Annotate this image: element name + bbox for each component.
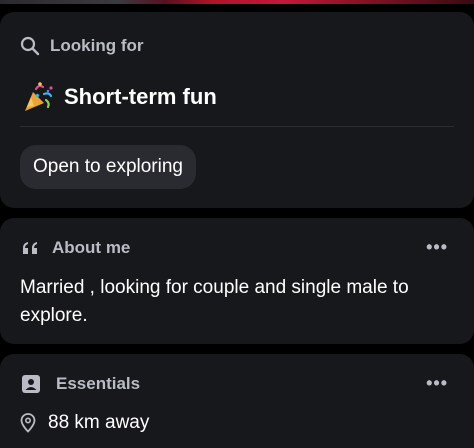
looking-for-heading: Looking for <box>50 36 144 55</box>
about-me-header: About me <box>22 238 130 258</box>
essentials-heading: Essentials <box>56 374 141 393</box>
distance-row: 88 km away <box>20 412 149 434</box>
open-to-exploring-chip[interactable]: Open to exploring <box>20 145 196 189</box>
looking-for-header: Looking for <box>20 36 143 56</box>
about-more-button[interactable]: ••• <box>426 238 448 256</box>
about-me-text: Married , looking for couple and single … <box>20 277 409 326</box>
section-divider <box>20 126 454 127</box>
search-icon <box>20 36 40 56</box>
looking-for-card: Looking for Short-term fun Open to explo… <box>0 12 474 208</box>
party-popper-icon <box>22 80 56 114</box>
essentials-card: Essentials ••• 88 km away <box>0 354 474 448</box>
quote-icon <box>22 241 40 255</box>
profile-page: Looking for Short-term fun Open to explo… <box>0 0 474 448</box>
about-me-heading: About me <box>52 238 131 257</box>
looking-for-title: Short-term fun <box>64 84 217 109</box>
profile-photo-edge[interactable] <box>0 0 474 4</box>
essentials-header: Essentials <box>22 374 140 394</box>
distance-text: 88 km away <box>48 412 150 433</box>
looking-for-value: Short-term fun <box>22 80 217 114</box>
location-pin-icon <box>20 413 36 433</box>
profile-card-icon <box>22 375 40 393</box>
about-me-card: About me ••• Married , looking for coupl… <box>0 218 474 344</box>
essentials-more-button[interactable]: ••• <box>426 374 448 392</box>
